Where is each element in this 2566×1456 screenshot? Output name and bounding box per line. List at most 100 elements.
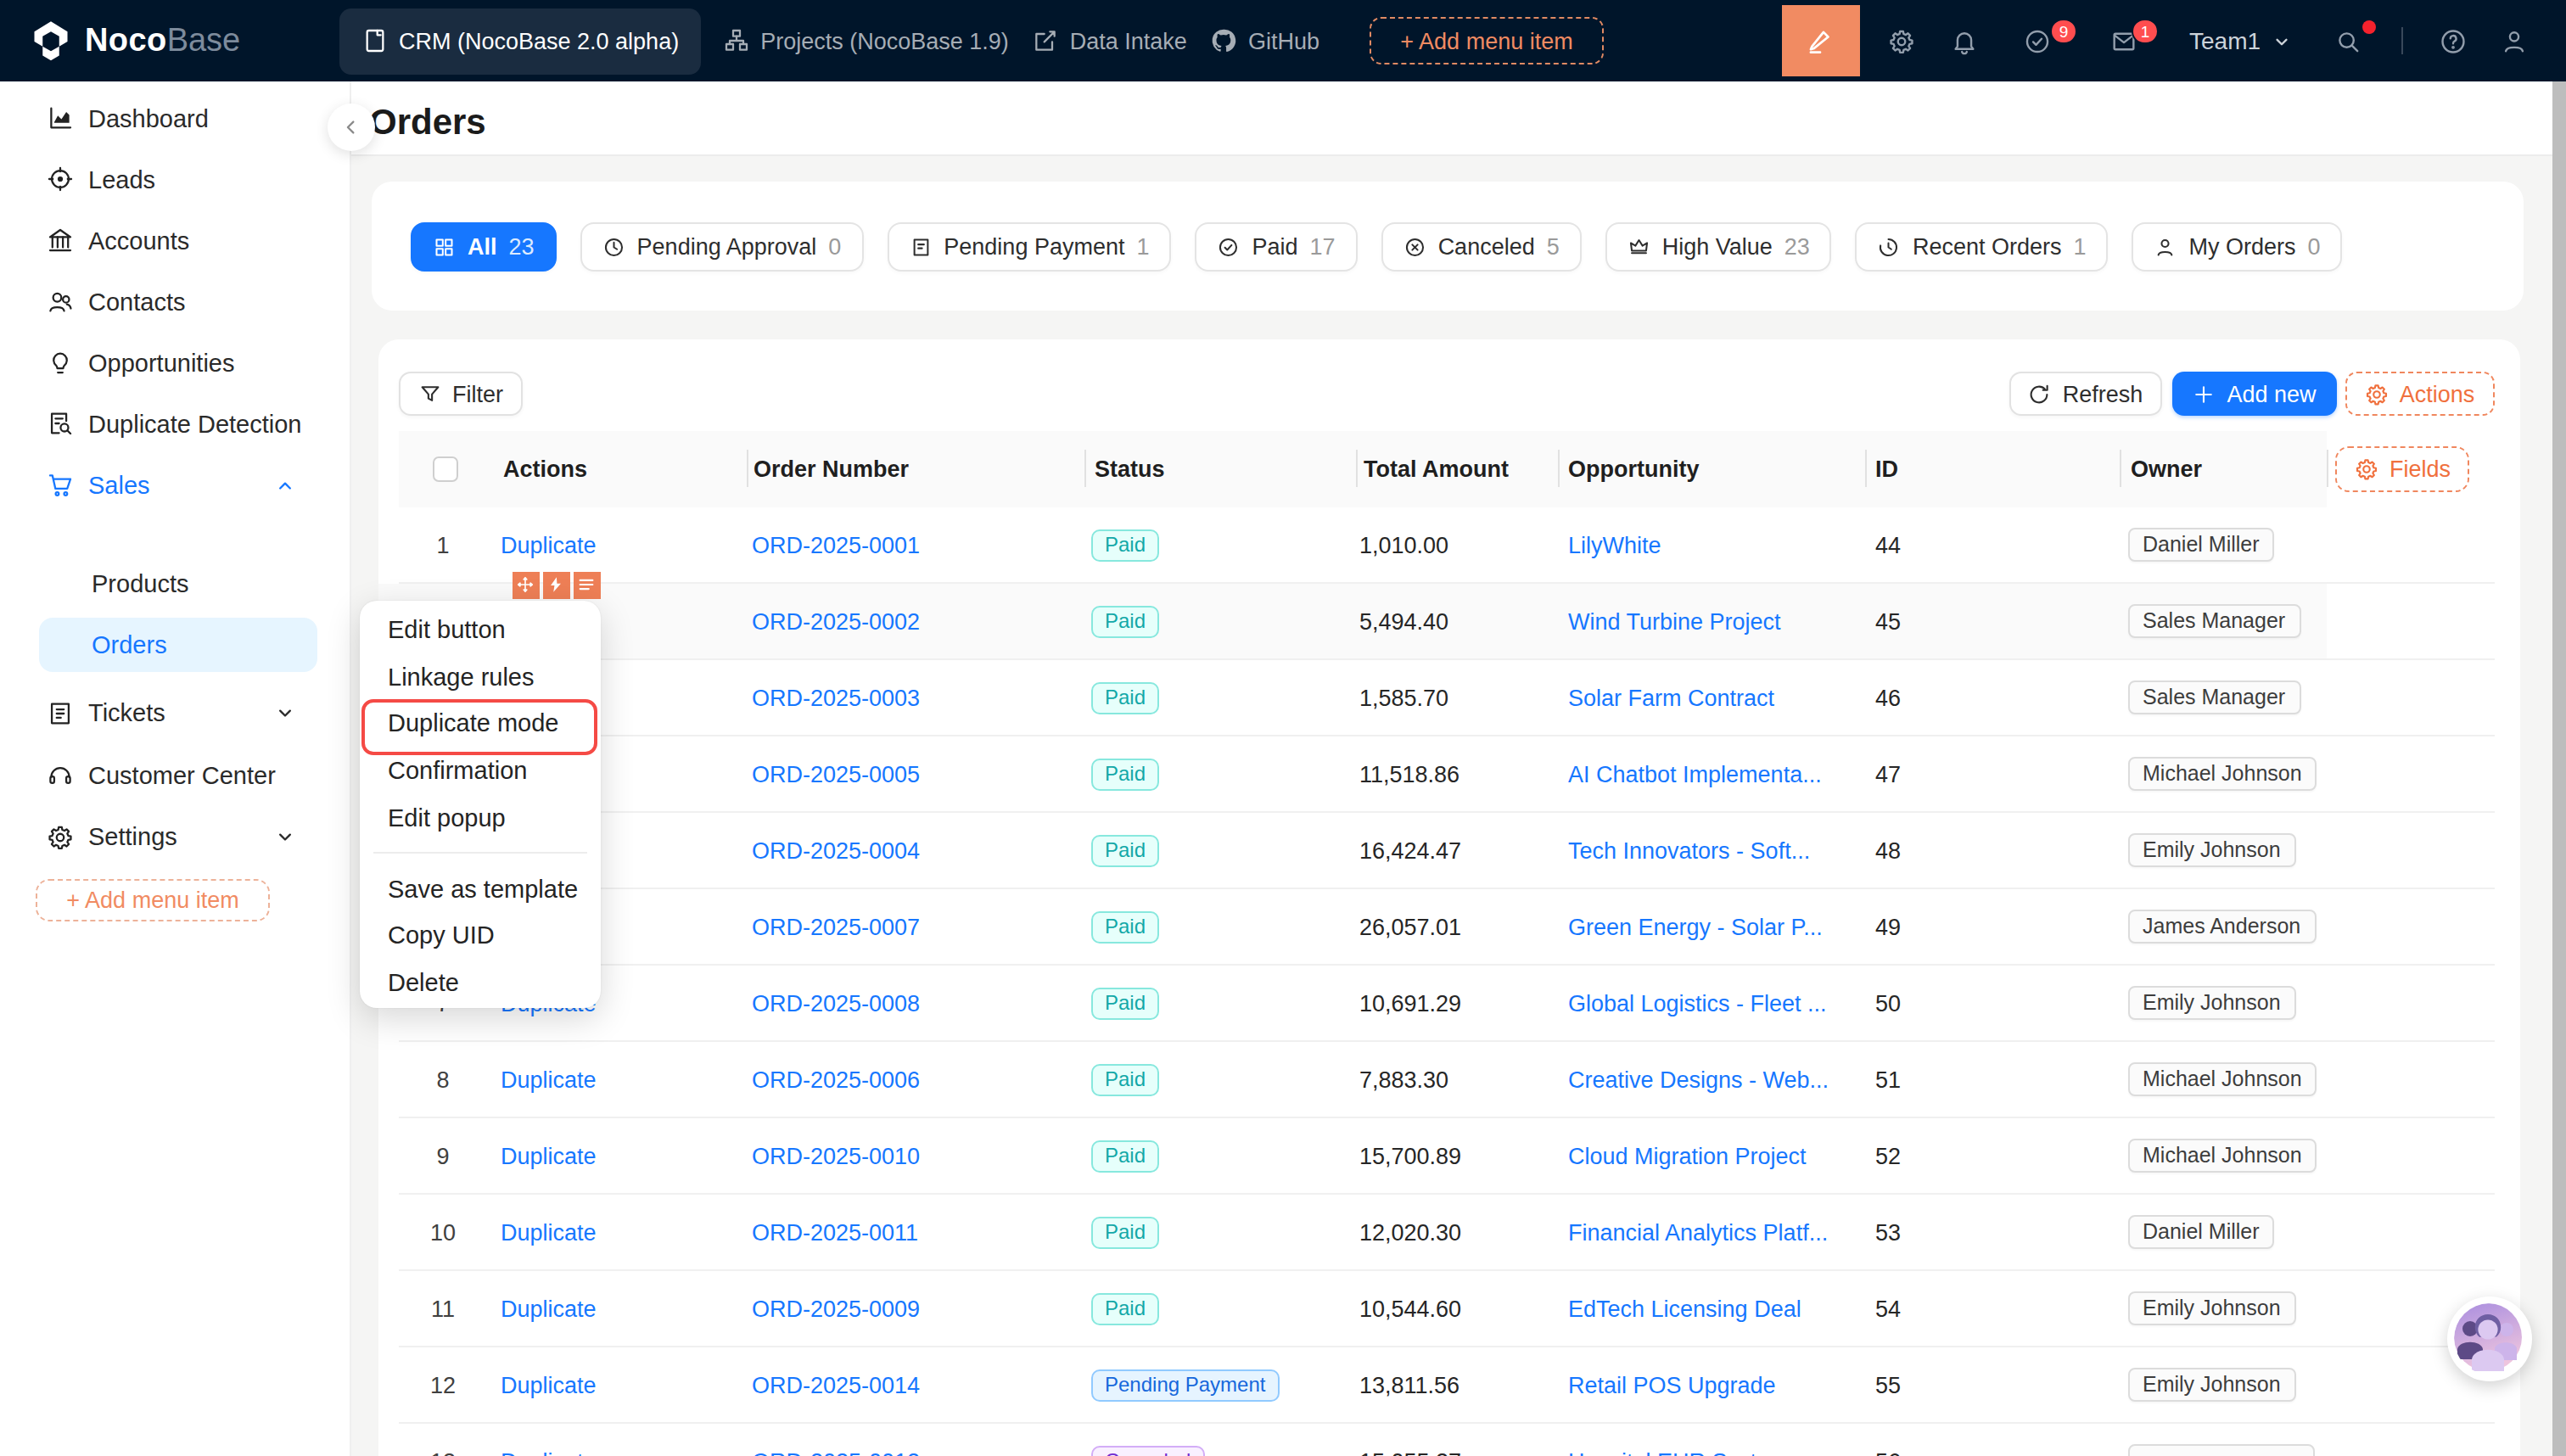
menu-lines-icon[interactable] bbox=[573, 571, 600, 598]
order-number-link[interactable]: ORD-2025-0001 bbox=[752, 507, 920, 583]
view-tab-recent-orders[interactable]: Recent Orders1 bbox=[1856, 222, 2109, 271]
menu-item-linkage-rules[interactable]: Linkage rules bbox=[359, 653, 600, 700]
sidebar-item-orders[interactable]: Orders bbox=[38, 618, 317, 672]
nav-tab-projects[interactable]: Projects (NocoBase 1.9) bbox=[711, 8, 1021, 74]
order-number-link[interactable]: ORD-2025-0003 bbox=[752, 659, 920, 736]
order-number-link[interactable]: ORD-2025-0010 bbox=[752, 1117, 920, 1194]
column-header-owner[interactable]: Owner bbox=[2131, 431, 2202, 507]
order-number-link[interactable]: ORD-2025-0009 bbox=[752, 1270, 920, 1347]
notifications-button[interactable] bbox=[1938, 0, 1989, 81]
opportunity-link[interactable]: Creative Designs - Web... bbox=[1568, 1041, 1829, 1117]
column-header-opportunity[interactable]: Opportunity bbox=[1568, 431, 1700, 507]
menu-item-copy-uid[interactable]: Copy UID bbox=[359, 912, 600, 959]
duplicate-link[interactable]: Duplicate bbox=[501, 1117, 597, 1194]
help-button[interactable] bbox=[2427, 0, 2478, 81]
sidebar-item-opportunities[interactable]: Opportunities bbox=[17, 332, 334, 393]
ui-editor-button[interactable] bbox=[1781, 5, 1859, 76]
opportunity-link[interactable]: Tech Innovators - Soft... bbox=[1568, 812, 1810, 888]
order-number-link[interactable]: ORD-2025-0014 bbox=[752, 1347, 920, 1423]
filter-button[interactable]: Filter bbox=[398, 372, 522, 416]
refresh-button[interactable]: Refresh bbox=[2009, 372, 2161, 416]
owner-cell: Sales Manager bbox=[2127, 659, 2300, 736]
opportunity-link[interactable]: Solar Farm Contract bbox=[1568, 659, 1774, 736]
sidebar-collapse-button[interactable] bbox=[328, 104, 375, 151]
column-header-order-number[interactable]: Order Number bbox=[754, 431, 909, 507]
opportunity-link[interactable]: LilyWhite bbox=[1568, 507, 1661, 583]
opportunity-link[interactable]: EdTech Licensing Deal bbox=[1568, 1270, 1801, 1347]
view-tab-paid[interactable]: Paid17 bbox=[1196, 222, 1358, 271]
opportunity-link[interactable]: Retail POS Upgrade bbox=[1568, 1347, 1776, 1423]
owner-tag: Emily Johnson bbox=[2127, 833, 2296, 868]
drag-handle-icon[interactable] bbox=[512, 571, 539, 598]
sidebar-item-duplicate-detection[interactable]: Duplicate Detection bbox=[17, 393, 334, 454]
column-header-status[interactable]: Status bbox=[1095, 431, 1165, 507]
order-number-link[interactable]: ORD-2025-0004 bbox=[752, 812, 920, 888]
owner-cell: Emily Johnson bbox=[2127, 1347, 2296, 1423]
nav-tab-github[interactable]: GitHub bbox=[1199, 8, 1331, 74]
sidebar-item-dashboard[interactable]: Dashboard bbox=[17, 87, 334, 148]
opportunity-link[interactable]: Green Energy - Solar P... bbox=[1568, 888, 1823, 965]
user-button[interactable] bbox=[2488, 0, 2539, 81]
team-switcher[interactable]: Team1 bbox=[2189, 0, 2293, 81]
linkage-bolt-icon[interactable] bbox=[542, 571, 569, 598]
opportunity-link[interactable]: AI Chatbot Implementa... bbox=[1568, 736, 1822, 812]
sidebar-item-contacts[interactable]: Contacts bbox=[17, 271, 334, 332]
page-scrollbar[interactable] bbox=[2552, 81, 2566, 1456]
column-header-actions[interactable]: Actions bbox=[503, 431, 587, 507]
sidebar-item-label: Products bbox=[92, 570, 188, 597]
opportunity-link[interactable]: Hospital EHR Syst... bbox=[1568, 1423, 1776, 1456]
order-number-link[interactable]: ORD-2025-0006 bbox=[752, 1041, 920, 1117]
view-tab-all[interactable]: All23 bbox=[411, 222, 557, 271]
duplicate-link[interactable]: Duplicate bbox=[501, 1041, 597, 1117]
view-tab-high-value[interactable]: High Value23 bbox=[1605, 222, 1832, 271]
sidebar-item-tickets[interactable]: Tickets bbox=[17, 682, 334, 743]
sidebar-item-sales[interactable]: Sales bbox=[17, 454, 334, 515]
duplicate-link[interactable]: Duplicate bbox=[501, 1347, 597, 1423]
sidebar-item-products[interactable]: Products bbox=[17, 553, 334, 614]
view-tab-pending-approval[interactable]: Pending Approval0 bbox=[580, 222, 864, 271]
menu-item-save-as-template[interactable]: Save as template bbox=[359, 865, 600, 912]
actions-button[interactable]: Actions bbox=[2345, 372, 2494, 416]
opportunity-link[interactable]: Wind Turbine Project bbox=[1568, 583, 1781, 659]
nocobase-logo[interactable]: NocoBase bbox=[29, 0, 240, 81]
order-number-link[interactable]: ORD-2025-0002 bbox=[752, 583, 920, 659]
view-tab-my-orders[interactable]: My Orders0 bbox=[2132, 222, 2343, 271]
view-tab-pending-payment[interactable]: Pending Payment1 bbox=[887, 222, 1171, 271]
select-all-checkbox[interactable] bbox=[433, 456, 458, 482]
status-cell: Paid bbox=[1091, 1194, 1159, 1270]
duplicate-link[interactable]: Duplicate bbox=[501, 1423, 597, 1456]
view-tab-canceled[interactable]: Canceled5 bbox=[1381, 222, 1582, 271]
nav-add-menu-item-button[interactable]: + Add menu item bbox=[1370, 17, 1604, 64]
status-badge: Paid bbox=[1091, 605, 1159, 637]
row-number: 13 bbox=[406, 1423, 479, 1456]
nav-tab-crm[interactable]: CRM (NocoBase 2.0 alpha) bbox=[339, 8, 701, 74]
menu-item-edit-button[interactable]: Edit button bbox=[359, 607, 600, 653]
menu-item-delete[interactable]: Delete bbox=[359, 959, 600, 1005]
duplicate-link[interactable]: Duplicate bbox=[501, 1194, 597, 1270]
assistant-bubble[interactable] bbox=[2446, 1296, 2531, 1381]
sidebar-item-settings[interactable]: Settings bbox=[17, 806, 334, 867]
owner-tag bbox=[2127, 1444, 2314, 1456]
opportunity-link[interactable]: Financial Analytics Platf... bbox=[1568, 1194, 1828, 1270]
sidebar-item-leads[interactable]: Leads bbox=[17, 148, 334, 210]
opportunity-link[interactable]: Cloud Migration Project bbox=[1568, 1117, 1807, 1194]
search-button[interactable] bbox=[2322, 0, 2373, 81]
nav-tab-data-intake[interactable]: Data Intake bbox=[1021, 8, 1199, 74]
duplicate-link[interactable]: Duplicate bbox=[501, 1270, 597, 1347]
add-new-button[interactable]: Add new bbox=[2171, 372, 2336, 416]
sidebar-item-customer-center[interactable]: Customer Center bbox=[17, 744, 334, 805]
order-number-link[interactable]: ORD-2025-0011 bbox=[752, 1194, 918, 1270]
menu-item-edit-popup[interactable]: Edit popup bbox=[359, 794, 600, 841]
column-header-total-amount[interactable]: Total Amount bbox=[1364, 431, 1509, 507]
sidebar-add-menu-item-button[interactable]: + Add menu item bbox=[36, 878, 270, 921]
status-badge: Paid bbox=[1091, 758, 1159, 790]
order-number-link[interactable]: ORD-2025-0012 bbox=[752, 1423, 920, 1456]
plugin-settings-button[interactable] bbox=[1875, 0, 1926, 81]
order-number-link[interactable]: ORD-2025-0008 bbox=[752, 965, 920, 1041]
opportunity-link[interactable]: Global Logistics - Fleet ... bbox=[1568, 965, 1827, 1041]
sidebar-item-accounts[interactable]: Accounts bbox=[17, 210, 334, 271]
receipt-icon bbox=[909, 235, 932, 258]
column-header-id[interactable]: ID bbox=[1875, 431, 1898, 507]
order-number-link[interactable]: ORD-2025-0007 bbox=[752, 888, 920, 965]
order-number-link[interactable]: ORD-2025-0005 bbox=[752, 736, 920, 812]
